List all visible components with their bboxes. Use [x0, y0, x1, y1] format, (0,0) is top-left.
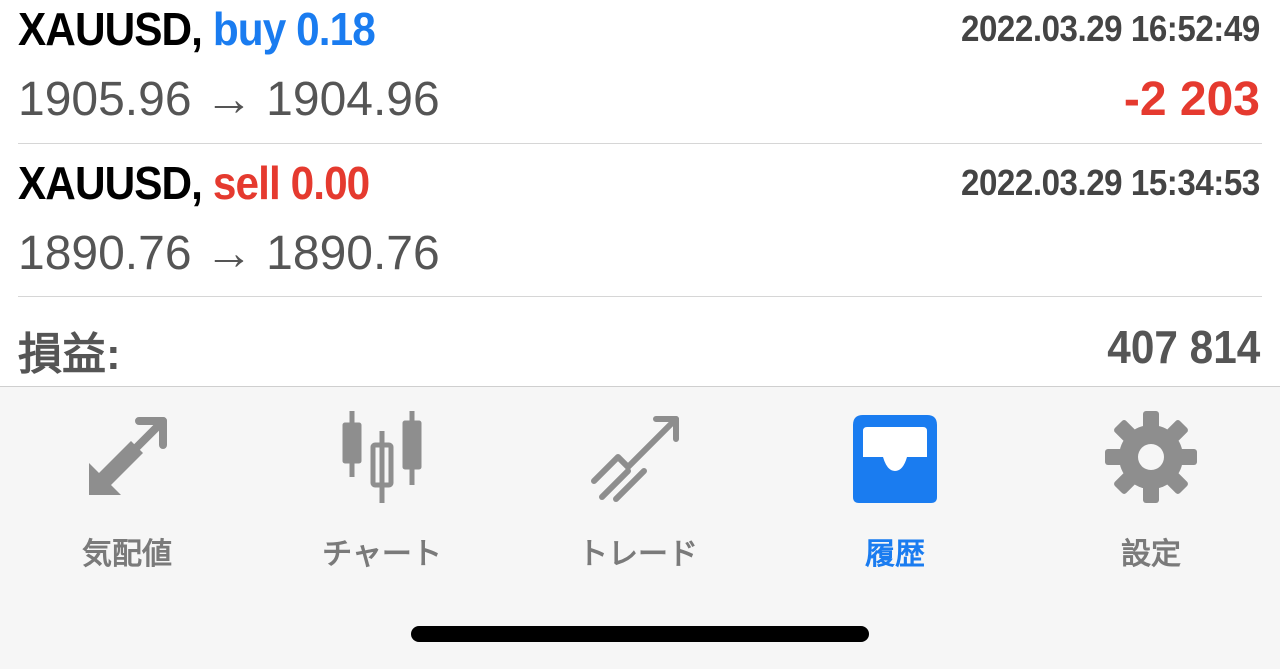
trade-side: buy 0.18 — [212, 3, 376, 55]
quotes-arrows-icon — [89, 417, 167, 495]
trade-trend-icon — [591, 416, 679, 502]
trade-prices: 1905.96 → 1904.96 — [18, 73, 440, 126]
trade-symbol: XAUUSD, — [18, 157, 203, 209]
home-indicator[interactable] — [411, 626, 869, 642]
tab-quotes[interactable]: 気配値 — [27, 407, 227, 577]
trade-title: XAUUSD, sell 0.00 — [18, 156, 370, 210]
trade-side: sell 0.00 — [212, 157, 370, 209]
total-profit-label: 損益: — [18, 330, 121, 379]
total-profit-value: 407 814 — [1107, 321, 1260, 373]
trade-symbol: XAUUSD, — [18, 3, 203, 55]
tab-label: 履歴 — [865, 537, 925, 572]
trade-time: 2022.03.29 15:34:53 — [961, 162, 1260, 203]
trade-prices: 1890.76 → 1890.76 — [18, 227, 440, 280]
tab-label: 気配値 — [82, 537, 172, 572]
tab-settings[interactable]: 設定 — [1051, 407, 1251, 577]
trade-profit: -2 203 — [1123, 73, 1260, 126]
tab-trade[interactable]: トレード — [538, 407, 738, 577]
candlestick-chart-icon — [342, 411, 422, 503]
row-divider — [18, 296, 1262, 297]
trade-row[interactable]: XAUUSD, buy 0.18 2022.03.29 16:52:49 190… — [0, 0, 1280, 150]
tab-history[interactable]: 履歴 — [795, 407, 995, 577]
tab-label: チャート — [322, 537, 442, 572]
tab-label: 設定 — [1121, 537, 1181, 572]
row-divider — [18, 143, 1262, 144]
trade-row[interactable]: XAUUSD, sell 0.00 2022.03.29 15:34:53 18… — [0, 154, 1280, 304]
tab-label: トレード — [578, 537, 698, 572]
tab-chart[interactable]: チャート — [282, 407, 482, 577]
trade-time: 2022.03.29 16:52:49 — [961, 8, 1260, 49]
trade-title: XAUUSD, buy 0.18 — [18, 2, 376, 56]
history-inbox-icon — [853, 415, 937, 503]
settings-gear-icon — [1105, 411, 1197, 503]
history-list: XAUUSD, buy 0.18 2022.03.29 16:52:49 190… — [0, 0, 1280, 386]
